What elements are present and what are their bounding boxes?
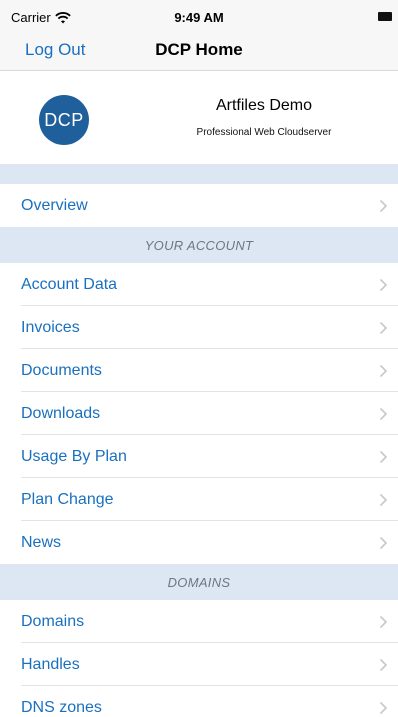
menu-item-usage-by-plan[interactable]: Usage By Plan — [0, 435, 398, 478]
menu-item-downloads[interactable]: Downloads — [0, 392, 398, 435]
menu-item-label: News — [21, 533, 62, 551]
menu-item-label: Documents — [21, 361, 102, 379]
menu-item-label: Downloads — [21, 404, 101, 422]
status-bar: Carrier 9:49 AM — [0, 0, 398, 34]
chevron-right-icon — [379, 658, 388, 671]
chevron-right-icon — [379, 536, 388, 549]
menu-item-label: Handles — [21, 655, 80, 673]
menu-item-news[interactable]: News — [0, 521, 398, 564]
status-time: 9:49 AM — [174, 10, 224, 25]
menu-item-plan-change[interactable]: Plan Change — [0, 478, 398, 521]
section-header-your-account: YOUR ACCOUNT — [0, 227, 398, 263]
section-spacer — [0, 164, 398, 184]
section-header-domains: DOMAINS — [0, 564, 398, 600]
menu-item-documents[interactable]: Documents — [0, 349, 398, 392]
avatar: DCP — [39, 95, 89, 145]
chevron-right-icon — [379, 278, 388, 291]
menu-item-label: DNS zones — [21, 698, 102, 716]
profile-subtitle: Professional Web Cloudserver — [196, 127, 332, 138]
chevron-right-icon — [379, 493, 388, 506]
page-title: DCP Home — [155, 40, 243, 59]
nav-bar: Log Out DCP Home — [0, 34, 398, 70]
menu-item-label: Account Data — [21, 275, 118, 293]
battery-icon — [378, 12, 392, 21]
chevron-right-icon — [379, 321, 388, 334]
menu-item-label: Overview — [21, 196, 88, 214]
menu-item-overview[interactable]: Overview — [0, 184, 398, 227]
menu-item-account-data[interactable]: Account Data — [0, 263, 398, 306]
screen: Carrier 9:49 AM Log Out DCP Home DCP Art… — [0, 0, 398, 717]
profile-name: Artfiles Demo — [215, 97, 313, 114]
menu-item-dns-zones[interactable]: DNS zones — [0, 686, 398, 717]
menu-item-handles[interactable]: Handles — [0, 643, 398, 686]
chevron-right-icon — [379, 450, 388, 463]
menu-item-label: Usage By Plan — [21, 447, 127, 465]
top-bar: Carrier 9:49 AM Log Out DCP Home — [0, 0, 398, 71]
chevron-right-icon — [379, 615, 388, 628]
menu-item-invoices[interactable]: Invoices — [0, 306, 398, 349]
chevron-right-icon — [379, 701, 388, 714]
chevron-right-icon — [379, 407, 388, 420]
menu-item-label: Domains — [21, 612, 85, 630]
menu-item-domains[interactable]: Domains — [0, 600, 398, 643]
menu-item-label: Plan Change — [21, 490, 114, 508]
menu-item-label: Invoices — [21, 318, 80, 336]
chevron-right-icon — [379, 364, 388, 377]
chevron-right-icon — [379, 199, 388, 212]
profile-header: DCP Artfiles Demo Professional Web Cloud… — [0, 71, 398, 164]
